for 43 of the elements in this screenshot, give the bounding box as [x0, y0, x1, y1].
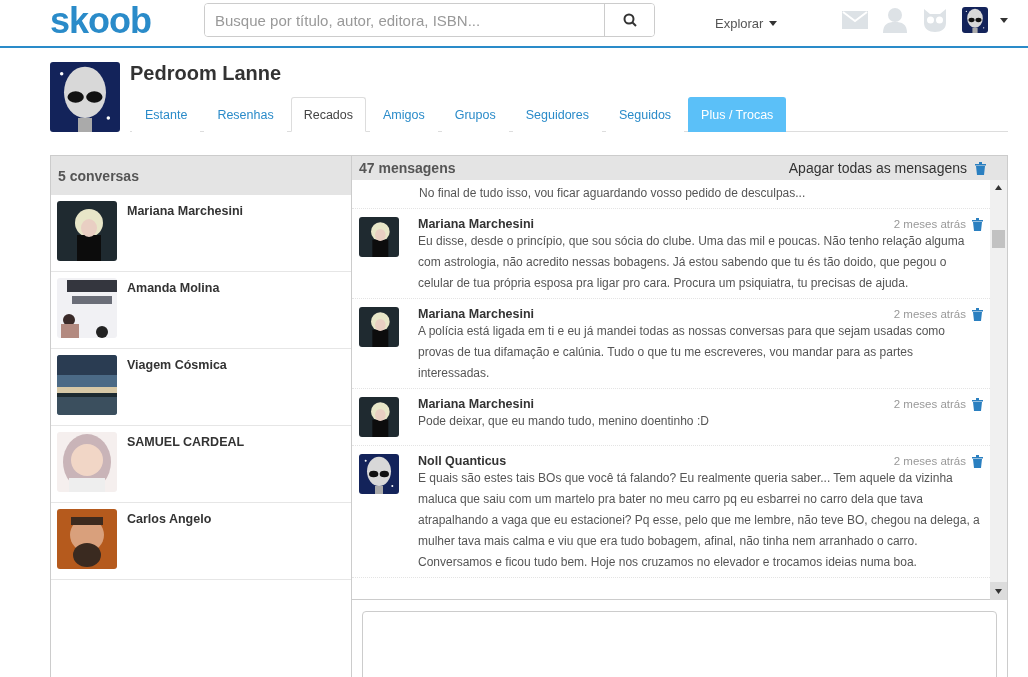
- message-input[interactable]: [362, 611, 997, 677]
- profile-tab[interactable]: Recados: [290, 97, 367, 132]
- explore-menu[interactable]: Explorar: [715, 15, 778, 31]
- conversations-count: 5 conversas: [58, 167, 139, 184]
- message-time: 2 meses atrás: [893, 398, 966, 410]
- trash-icon[interactable]: [972, 397, 983, 411]
- message-text: A polícia está ligada em ti e eu já mandei todas as nossas conversas para que sejam usadas como provas de tua difamação e calúnia. Tudo o que tu me escreveres, vou mandar para as partes interessadas.: [418, 323, 946, 382]
- trash-icon: [975, 161, 986, 175]
- caret-icon: [1000, 17, 1008, 23]
- message-time: 2 meses atrás: [893, 455, 966, 467]
- search-field[interactable]: Busque por título, autor, editora, ISBN...: [204, 3, 655, 37]
- conversation-item[interactable]: Amanda Molina: [51, 272, 351, 349]
- account-menu[interactable]: [962, 7, 1008, 33]
- search-icon: [622, 13, 637, 27]
- delete-all-button[interactable]: Apagar todas as mensagens: [788, 160, 1000, 176]
- conversation-name: Viagem Cósmica: [127, 358, 227, 374]
- conversation-name: Amanda Molina: [127, 281, 220, 297]
- scrollbar[interactable]: [990, 180, 1007, 599]
- message-text: No final de tudo isso, vou ficar aguardando vosso pedido de desculpas...: [419, 185, 806, 202]
- conversation-item[interactable]: Viagem Cósmica: [51, 349, 351, 426]
- message-text: Eu disse, desde o princípio, que sou sócia do clube. Uma das mil e poucas. Não tenho relação alguma com astrologia, não acredito nessas bobagens. Já estou sabendo que tu és tão doido, que pegou o celular de tua própria esposa pra ligar pro cara. Procura um psiquiatra, tu precisas de ajuda.: [418, 233, 966, 292]
- conversation-item[interactable]: SAMUEL CARDEAL: [51, 426, 351, 503]
- message-author[interactable]: Mariana Marchesini: [418, 397, 534, 411]
- trash-icon[interactable]: [972, 454, 983, 468]
- message-time: 2 meses atrás: [893, 218, 966, 230]
- message-author[interactable]: Noll Quanticus: [418, 454, 507, 468]
- message-text: E quais são estes tais BOs que você tá falando? Eu realmente queria saber... Tem aquele da vizinha maluca que saiu com um martelo pra bater no meu carro pq eu esbarrei no carro dela que tava atrapalhando a vaga que eu estacionei? Pq esse, pelo que me lembre, não teve BO, chegou na delega, a mulher tava mais calma e viu que era tudo bobagem, afinal, não tinha nem arranhado o carro. Conversamos e ficou tudo bem. Hoje nos cruzamos no elevador e trocamos ideias numa boa.: [418, 470, 981, 571]
- conversation-name: Carlos Angelo: [127, 512, 212, 528]
- conversation-item[interactable]: Mariana Marchesini: [51, 195, 351, 272]
- message-text: Pode deixar, que eu mando tudo, menino doentinho :D: [418, 413, 710, 430]
- conversation-name: Mariana Marchesini: [127, 204, 243, 220]
- logo[interactable]: skoob: [50, 0, 204, 42]
- message-author[interactable]: Mariana Marchesini: [418, 217, 534, 231]
- caret-icon: [769, 20, 778, 26]
- message-author[interactable]: Mariana Marchesini: [418, 307, 534, 321]
- message-time: 2 meses atrás: [893, 308, 966, 320]
- profile-name: Pedroom Lanne: [130, 62, 283, 85]
- messages-count: 47 mensagens: [359, 160, 456, 176]
- conversation-name: SAMUEL CARDEAL: [127, 435, 245, 451]
- search-button[interactable]: [604, 4, 654, 36]
- trash-icon[interactable]: [972, 307, 983, 321]
- trash-icon[interactable]: [972, 217, 983, 231]
- conversation-item[interactable]: Carlos Angelo: [51, 503, 351, 580]
